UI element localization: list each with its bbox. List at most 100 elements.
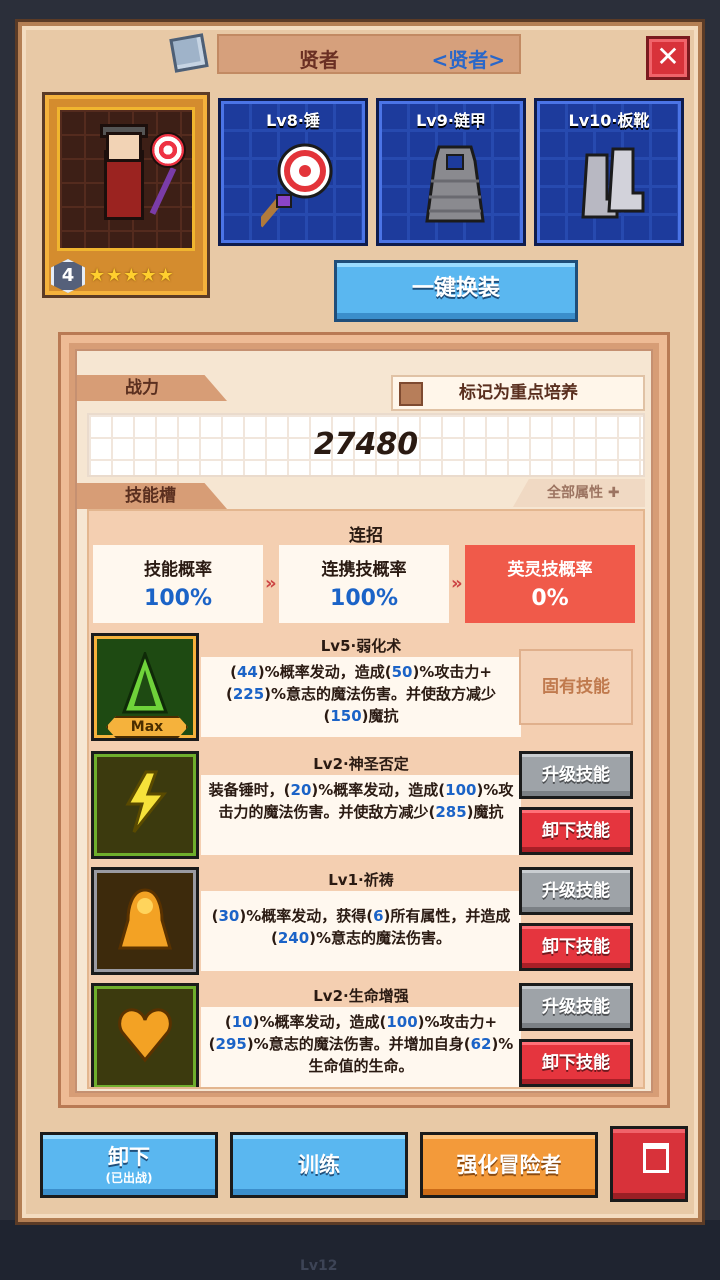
hero-staff [149,167,177,215]
desc-text: ( [224,1013,232,1031]
hero-portrait[interactable]: 4 ★★★★★ [42,92,210,298]
hero-stats-panel: 战力 标记为重点培养 27480 技能槽 全部属性 ✚ 连招 技能概率 100%… [58,332,670,1108]
background-bottom-bar: Lv12 [0,1220,720,1280]
skill-row: Lv2·神圣否定 装备锤时，(20)%概率发动，造成(100)%攻击力的魔法伤害… [89,751,643,863]
desc-number: 295 [215,1035,247,1053]
desc-number: 100 [386,1013,418,1031]
combo-title: 连招 [349,526,383,546]
train-label: 训练 [298,1153,340,1177]
skill-icon-prayer[interactable] [91,867,199,975]
quick-equip-button[interactable]: 一键换装 [334,260,578,322]
equip-label-armor: Lv9·链甲 [416,111,486,130]
unequip-hero-button[interactable]: 卸下 (已出战) [40,1132,218,1198]
remove-skill-button[interactable]: 卸下技能 [519,923,633,971]
combo-arrow-icon: » [451,573,463,594]
desc-text: )%概率发动，获得( [239,907,374,925]
hero-detail-dialog: 贤者 <贤者> ✕ 4 ★★★★★ Lv8·锤 Lv9·链甲 Lv10·板靴 一… [18,22,702,1222]
skill-row: Lv1·祈祷 (30)%概率发动，获得(6)所有属性，并造成(240)%意志的魔… [89,867,643,979]
all-attributes-button[interactable]: 全部属性 ✚ [513,479,645,507]
desc-number: 285 [435,803,467,821]
close-button[interactable]: ✕ [646,36,690,80]
skill-icon-holy-denial[interactable] [91,751,199,859]
unequip-label: 卸下 [108,1145,150,1169]
desc-number: 225 [232,685,265,703]
heart-icon [118,1008,172,1063]
desc-text: )%概率发动，造成( [257,663,392,681]
combo-label: 英灵技概率 [507,560,593,580]
desc-text: )魔抗 [361,707,399,725]
skill-description: (30)%概率发动，获得(6)所有属性，并造成(240)%意志的魔法伤害。 [201,891,521,971]
combo-value: 100% [144,586,212,611]
combo-value: 100% [330,586,398,611]
combo-label: 连携技概率 [321,560,407,580]
holy-lightning-icon [125,770,168,833]
prayer-icon [118,888,172,950]
skill-info: Lv2·生命增强 (10)%概率发动，造成(100)%攻击力+(295)%意志的… [201,985,521,1087]
upgrade-skill-button[interactable]: 升级技能 [519,867,633,915]
skills-tab-label: 技能槽 [77,483,227,509]
hero-class-tag: <贤者> [431,48,505,72]
hero-head [106,132,142,162]
desc-number: 240 [277,929,310,947]
skill-row: Lv2·生命增强 (10)%概率发动，造成(100)%攻击力+(295)%意志的… [89,983,643,1087]
chainmail-icon [425,145,485,223]
skill-info: Lv1·祈祷 (30)%概率发动，获得(6)所有属性，并造成(240)%意志的魔… [201,869,521,973]
equip-slot-weapon[interactable]: Lv8·锤 [218,98,368,246]
desc-number: 30 [218,907,240,925]
upgrade-skill-button[interactable]: 升级技能 [519,751,633,799]
combo-card-skill: 技能概率 100% [93,545,263,623]
mark-focus-toggle[interactable]: 标记为重点培养 [391,375,645,411]
max-level-badge: Max [106,716,188,738]
equip-label-weapon: Lv8·锤 [266,111,320,130]
mark-focus-checkbox[interactable] [399,382,423,406]
skill-description: (10)%概率发动，造成(100)%攻击力+(295)%意志的魔法伤害。并增加自… [201,1007,521,1087]
equip-slot-armor[interactable]: Lv9·链甲 [376,98,526,246]
skill-info: Lv2·神圣否定 装备锤时，(20)%概率发动，造成(100)%攻击力的魔法伤害… [201,753,521,857]
train-button[interactable]: 训练 [230,1132,408,1198]
skill-icon-weaken[interactable]: Max [91,633,199,741]
desc-text: )%概率发动，造成( [311,781,446,799]
desc-number: 10 [231,1013,253,1031]
skill-name: Lv2·神圣否定 [201,753,521,775]
desc-text: )%意志的魔法伤害。并增加自身( [246,1035,471,1053]
hero-stats-inner: 战力 标记为重点培养 27480 技能槽 全部属性 ✚ 连招 技能概率 100%… [75,349,653,1093]
remove-skill-button[interactable]: 卸下技能 [519,807,633,855]
desc-number: 20 [290,781,312,799]
desc-number: 62 [470,1035,492,1053]
desc-text: ( [230,663,237,681]
lollipop-hammer-icon [261,143,333,228]
skill-info: Lv5·弱化术 (44)%概率发动，造成(50)%攻击力+(225)%意志的魔法… [201,635,521,739]
scroll-icon [169,33,209,73]
delete-hero-button[interactable] [610,1126,688,1202]
hero-name: 贤者 [299,48,339,72]
skill-name: Lv5·弱化术 [201,635,521,657]
trash-icon [643,1143,669,1173]
plate-boots-icon [581,147,645,219]
hero-level-badge: 4 [51,259,85,293]
power-display: 27480 [87,413,645,477]
power-value: 27480 [313,427,419,462]
skill-slots: 连招 技能概率 100% » 连携技概率 100% » 英灵技概率 0% Max… [87,509,645,1089]
enhance-label: 强化冒险者 [456,1153,562,1177]
skill-icon-life-boost[interactable] [91,983,199,1087]
combo-value: 0% [531,586,569,611]
power-tab-label: 战力 [77,375,227,401]
equip-slot-boots[interactable]: Lv10·板靴 [534,98,684,246]
title-bar: 贤者 <贤者> [217,34,521,74]
innate-skill-label: 固有技能 [519,649,633,725]
hero-portrait-frame [57,107,195,251]
equip-label-boots: Lv10·板靴 [568,111,650,130]
skill-description: 装备锤时，(20)%概率发动，造成(100)%攻击力的魔法伤害。并使敌方减少(2… [201,775,521,855]
remove-skill-button[interactable]: 卸下技能 [519,1039,633,1087]
desc-text: )%意志的魔法伤害。 [309,929,452,947]
desc-number: 150 [330,707,362,725]
skill-row: Max Lv5·弱化术 (44)%概率发动，造成(50)%攻击力+(225)%意… [89,633,643,745]
combo-card-spirit: 英灵技概率 0% [465,545,635,623]
desc-text: )%概率发动，造成( [252,1013,387,1031]
upgrade-skill-button[interactable]: 升级技能 [519,983,633,1031]
combo-arrow-icon: » [265,573,277,594]
desc-number: 100 [445,781,477,799]
skill-name: Lv2·生命增强 [201,985,521,1007]
enhance-hero-button[interactable]: 强化冒险者 [420,1132,598,1198]
skill-name: Lv1·祈祷 [201,869,521,891]
